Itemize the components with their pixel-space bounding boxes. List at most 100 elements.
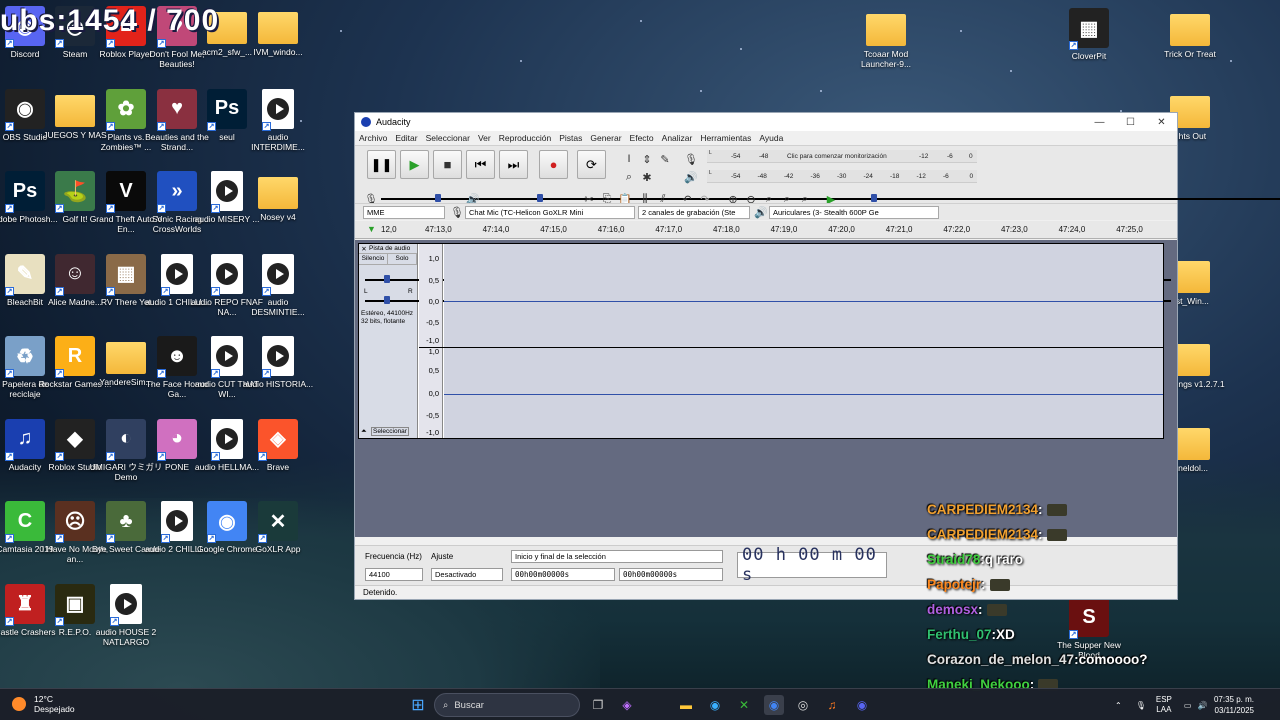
selection-tool-icon[interactable]: I bbox=[621, 151, 637, 167]
menu-analizar[interactable]: Analizar bbox=[662, 133, 693, 143]
recording-channels-select[interactable]: 2 canales de grabación (Ste bbox=[638, 206, 750, 219]
menu-ver[interactable]: Ver bbox=[478, 133, 491, 143]
title-bar[interactable]: Audacity — ☐ ✕ bbox=[355, 113, 1177, 131]
play-speed-slider[interactable] bbox=[843, 193, 1280, 203]
recording-device-select[interactable]: Chat Mic (TC-Helicon GoXLR Mini bbox=[465, 206, 635, 219]
selection-start-field[interactable]: 00h00m00000s bbox=[511, 568, 615, 581]
envelope-tool-icon[interactable]: ⇕ bbox=[639, 151, 655, 167]
meter-tick: -24 bbox=[863, 172, 873, 180]
desktop-icon-trick-or-treat[interactable]: Trick Or Treat bbox=[1153, 8, 1227, 59]
close-track-icon[interactable]: ✕ bbox=[359, 245, 369, 253]
record-meter[interactable]: L -54 -48 Clic para comenzar monitorizac… bbox=[707, 150, 977, 163]
copilot-icon[interactable]: ◈ bbox=[617, 695, 637, 715]
snap-to-select[interactable]: Desactivado bbox=[431, 568, 503, 581]
track-bitdepth-info: 32 bits, flotante bbox=[361, 318, 406, 325]
volume-icon[interactable]: 🔊 bbox=[1197, 701, 1207, 710]
desktop-icon-goxlr-app[interactable]: ✕ ↗ GoXLR App bbox=[241, 501, 315, 554]
desktop-icon-audio-house-2-natlargo[interactable]: ↗ audio HOUSE 2 NATLARGO bbox=[89, 583, 163, 647]
start-button-icon[interactable]: ⊞ bbox=[408, 695, 428, 715]
draw-tool-icon[interactable]: ✎ bbox=[657, 151, 673, 167]
waveform-view[interactable] bbox=[444, 244, 1163, 438]
weather-widget[interactable]: 12°C Despejado bbox=[12, 694, 75, 714]
audacity-icon bbox=[361, 117, 371, 127]
language-indicator[interactable]: ESP LAA bbox=[1156, 695, 1172, 715]
skip-end-button[interactable]: ⏭ bbox=[499, 150, 528, 179]
timeline-ruler[interactable]: ▼ 12,0 47:13,0 47:14,0 47:15,0 47:16,0 47:17,… bbox=[355, 221, 1177, 239]
task-view-icon[interactable]: ❐ bbox=[588, 695, 608, 715]
desktop-icon-cloverpit[interactable]: ▦ ↗ CloverPit bbox=[1052, 8, 1126, 61]
playback-volume-slider[interactable] bbox=[483, 193, 1280, 203]
shortcut-arrow-icon: ↗ bbox=[258, 534, 267, 543]
shortcut-arrow-icon: ↗ bbox=[106, 204, 115, 213]
shortcut-arrow-icon: ↗ bbox=[1069, 41, 1078, 50]
stop-button[interactable]: ■ bbox=[433, 150, 462, 179]
play-button[interactable]: ▶ bbox=[400, 150, 429, 179]
audacity-taskbar-icon[interactable]: ♫ bbox=[822, 695, 842, 715]
chat-username: CARPEDIEM2134 bbox=[927, 527, 1039, 542]
audio-icon: ↗ bbox=[110, 583, 142, 626]
track-area[interactable]: ✕ Pista de audio Silencio Solo L R Estér… bbox=[355, 240, 1177, 537]
menu-pistas[interactable]: Pistas bbox=[559, 133, 582, 143]
menu-editar[interactable]: Editar bbox=[395, 133, 417, 143]
close-button[interactable]: ✕ bbox=[1146, 117, 1177, 128]
taskbar-clock[interactable]: 07:35 p. m. 03/11/2025 bbox=[1214, 694, 1254, 716]
select-track-button[interactable]: Seleccionar bbox=[371, 427, 409, 436]
desktop-icon-brave[interactable]: ◈ ↗ Brave bbox=[241, 418, 315, 472]
menu-generar[interactable]: Generar bbox=[590, 133, 621, 143]
edge-icon[interactable]: ◉ bbox=[705, 695, 725, 715]
shortcut-arrow-icon: ↗ bbox=[262, 121, 271, 131]
taskbar-search[interactable]: ⌕ Buscar bbox=[434, 693, 580, 717]
menu-seleccionar[interactable]: Seleccionar bbox=[426, 133, 470, 143]
chat-emote-icon bbox=[986, 603, 1007, 616]
zoom-tool-icon[interactable]: ⌕ bbox=[621, 169, 637, 185]
audio-track[interactable]: ✕ Pista de audio Silencio Solo L R Estér… bbox=[358, 243, 1171, 439]
collapse-icon[interactable]: ⏶ bbox=[361, 428, 367, 436]
desktop-icon-label: Trick Or Treat bbox=[1164, 49, 1216, 59]
desktop-icon-nosey-v4[interactable]: Nosey v4 bbox=[241, 171, 315, 222]
desktop-icon-audio-desmintie[interactable]: ↗ audio DESMINTIE... bbox=[241, 253, 315, 317]
record-volume-slider[interactable] bbox=[381, 193, 1187, 203]
pause-button[interactable]: ❚❚ bbox=[367, 150, 396, 179]
desktop-icon-ivm-windo[interactable]: IVM_windo... bbox=[241, 6, 315, 57]
file-explorer-icon[interactable]: ▬ bbox=[676, 695, 696, 715]
chat-username: CARPEDIEM2134 bbox=[927, 502, 1039, 517]
multi-tool-icon[interactable]: ✱ bbox=[639, 169, 655, 185]
time-display[interactable]: 00 h 00 m 00 s bbox=[737, 545, 887, 585]
chrome-taskbar-icon[interactable]: ◉ bbox=[764, 695, 784, 715]
selection-mode-select[interactable]: Inicio y final de la selección bbox=[511, 550, 723, 563]
network-icon[interactable]: ▭ bbox=[1184, 701, 1192, 710]
pan-slider[interactable] bbox=[365, 295, 1171, 305]
monitor-prompt[interactable]: Clic para comenzar monitorización bbox=[787, 153, 887, 160]
goxlr-taskbar-icon[interactable]: ✕ bbox=[734, 695, 754, 715]
minimize-button[interactable]: — bbox=[1084, 117, 1115, 128]
track-name-menu[interactable]: Pista de audio bbox=[369, 245, 410, 252]
selection-end-field[interactable]: 00h00m00000s bbox=[619, 568, 723, 581]
audio-icon: ↗ bbox=[211, 418, 243, 461]
solo-button[interactable]: Solo bbox=[388, 254, 417, 264]
menu-reproducci-n[interactable]: Reproducción bbox=[499, 133, 551, 143]
project-rate-select[interactable]: 44100 bbox=[365, 568, 423, 581]
vertical-scale[interactable]: 1,0 0,5 0,0 -0,5 -1,0 1,0 0,5 0,0 -0,5 -… bbox=[419, 244, 443, 438]
tray-overflow-icon[interactable]: ⌃ bbox=[1115, 701, 1122, 710]
loop-button[interactable]: ⟳ bbox=[577, 150, 606, 179]
audio-host-select[interactable]: MME bbox=[363, 206, 445, 219]
playback-device-select[interactable]: Auriculares (3- Stealth 600P Ge bbox=[769, 206, 939, 219]
record-button[interactable]: ● bbox=[539, 150, 568, 179]
playback-meter[interactable]: L -54 -48 -42 -36 -30 -24 -18 -12 -6 0 bbox=[707, 170, 977, 183]
desktop-icon-tcoaar-mod-launcher-9[interactable]: Tcoaar Mod Launcher-9... bbox=[849, 8, 923, 69]
skip-start-button[interactable]: ⏮ bbox=[466, 150, 495, 179]
mute-button[interactable]: Silencio bbox=[359, 254, 388, 264]
folder-icon bbox=[1170, 14, 1210, 46]
menu-ayuda[interactable]: Ayuda bbox=[759, 133, 783, 143]
menu-herramientas[interactable]: Herramientas bbox=[700, 133, 751, 143]
tray-mic-icon[interactable]: 🎙 bbox=[1136, 701, 1146, 710]
mic-device-icon: 🎙 bbox=[450, 206, 464, 219]
menu-archivo[interactable]: Archivo bbox=[359, 133, 387, 143]
obs-taskbar-icon[interactable]: ◎ bbox=[793, 695, 813, 715]
maximize-button[interactable]: ☐ bbox=[1115, 117, 1146, 128]
discord-taskbar-icon[interactable]: ◉ bbox=[852, 695, 872, 715]
gain-slider[interactable] bbox=[365, 274, 1171, 284]
menu-efecto[interactable]: Efecto bbox=[630, 133, 654, 143]
desktop-icon-audio-interdime[interactable]: ↗ audio INTERDIME... bbox=[241, 88, 315, 152]
desktop-icon-audio-historia[interactable]: ↗ audio HISTORIA... bbox=[241, 336, 315, 389]
